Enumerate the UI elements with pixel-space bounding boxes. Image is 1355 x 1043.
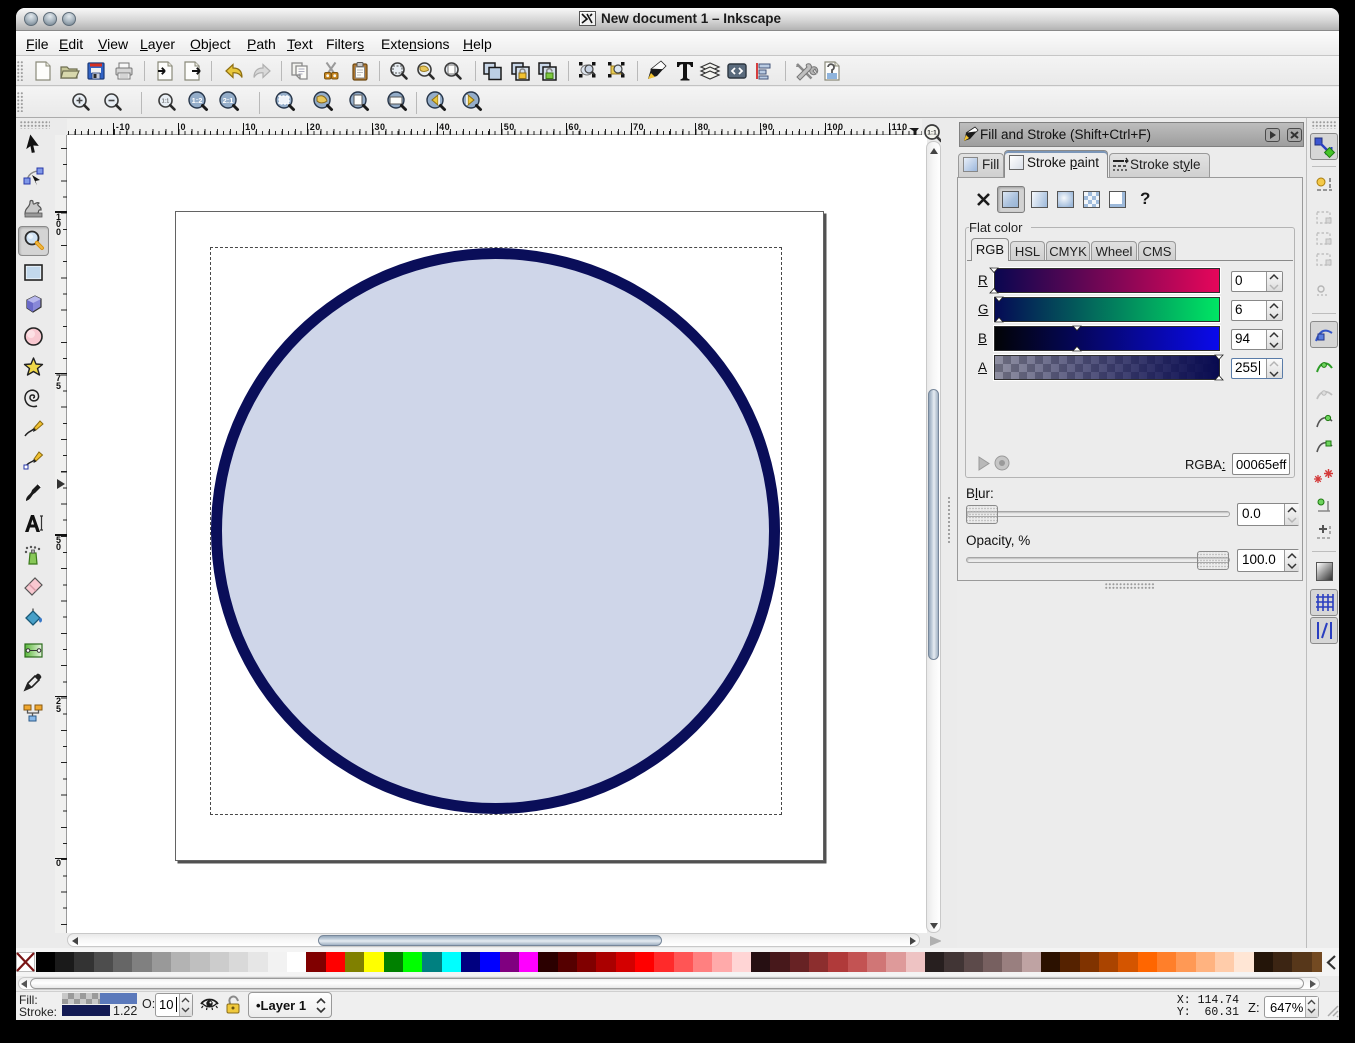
svg-text:2:1: 2:1 bbox=[223, 96, 234, 105]
svg-text:1:1: 1:1 bbox=[927, 130, 937, 137]
svg-text:1:2: 1:2 bbox=[192, 96, 203, 105]
svg-text:1:1: 1:1 bbox=[162, 99, 170, 105]
